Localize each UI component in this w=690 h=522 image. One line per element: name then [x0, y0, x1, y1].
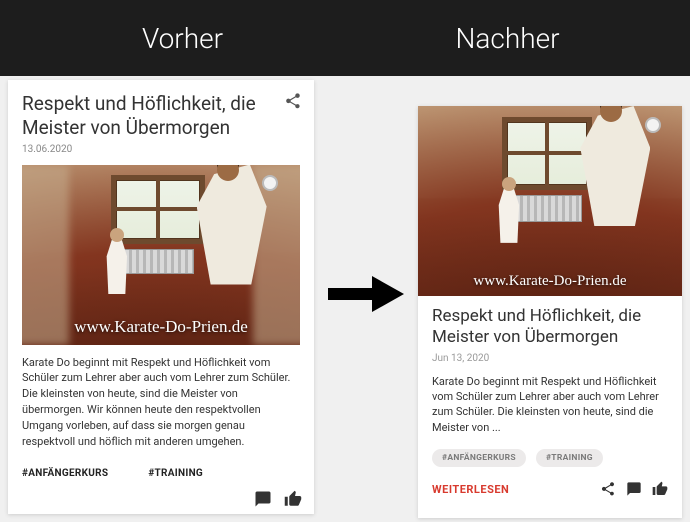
tag-chip[interactable]: #TRAINING	[536, 449, 603, 467]
post-image[interactable]: www.Karate-Do-Prien.de	[22, 165, 300, 345]
like-icon[interactable]	[652, 481, 668, 497]
post-title[interactable]: Respekt und Höflichkeit, die Meister von…	[22, 92, 300, 140]
read-more-link[interactable]: WEITERLESEN	[432, 483, 509, 496]
share-icon[interactable]	[284, 92, 302, 110]
post-image[interactable]: www.Karate-Do-Prien.de	[418, 106, 682, 296]
image-overlay-url: www.Karate-Do-Prien.de	[418, 273, 682, 290]
before-label: Vorher	[0, 22, 345, 55]
arrow-icon	[328, 274, 404, 314]
post-title[interactable]: Respekt und Höflichkeit, die Meister von…	[432, 306, 668, 349]
comment-icon[interactable]	[626, 481, 642, 497]
share-icon[interactable]	[600, 481, 616, 497]
tag-chip[interactable]: #ANFÄNGERKURS	[432, 449, 526, 467]
after-card: www.Karate-Do-Prien.de Respekt und Höfli…	[418, 106, 682, 518]
after-label: Nachher	[345, 22, 690, 55]
post-excerpt: Karate Do beginnt mit Respekt und Höflic…	[22, 355, 300, 451]
tag[interactable]: #ANFÄNGERKURS	[22, 468, 108, 479]
tag[interactable]: #TRAINING	[148, 468, 203, 479]
post-excerpt: Karate Do beginnt mit Respekt und Höflic…	[432, 374, 668, 436]
image-overlay-url: www.Karate-Do-Prien.de	[22, 317, 300, 337]
comparison-banner: Vorher Nachher	[0, 0, 690, 76]
like-icon[interactable]	[284, 490, 302, 508]
before-card: Respekt und Höflichkeit, die Meister von…	[8, 80, 314, 514]
post-date: Jun 13, 2020	[432, 353, 668, 364]
comment-icon[interactable]	[254, 490, 272, 508]
post-date: 13.06.2020	[22, 144, 300, 155]
